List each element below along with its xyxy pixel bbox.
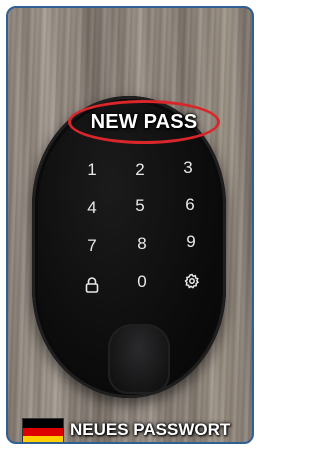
key-6[interactable]: 6	[170, 193, 210, 217]
german-flag-icon	[22, 418, 64, 442]
caption-text: NEUES PASSWORT	[70, 420, 231, 439]
fingerprint-sensor[interactable]	[108, 324, 170, 394]
key-1[interactable]: 1	[72, 158, 112, 182]
key-0[interactable]: 0	[122, 270, 162, 294]
language-caption: NEUES PASSWORT	[22, 416, 252, 442]
lock-key[interactable]	[72, 272, 112, 296]
key-8[interactable]: 8	[122, 232, 162, 256]
key-5[interactable]: 5	[120, 194, 160, 218]
key-2[interactable]: 2	[120, 158, 160, 182]
lock-icon	[85, 276, 99, 293]
gear-icon	[184, 273, 200, 289]
product-image-frame: 1 2 3 4 5 6 7 8 9 0 NEW PASS NEUES PASSW…	[6, 6, 254, 444]
key-7[interactable]: 7	[72, 234, 112, 258]
settings-key[interactable]	[172, 268, 212, 292]
key-4[interactable]: 4	[72, 196, 112, 220]
key-3[interactable]: 3	[168, 156, 208, 180]
new-pass-label: NEW PASS	[90, 111, 198, 133]
key-9[interactable]: 9	[171, 230, 211, 254]
